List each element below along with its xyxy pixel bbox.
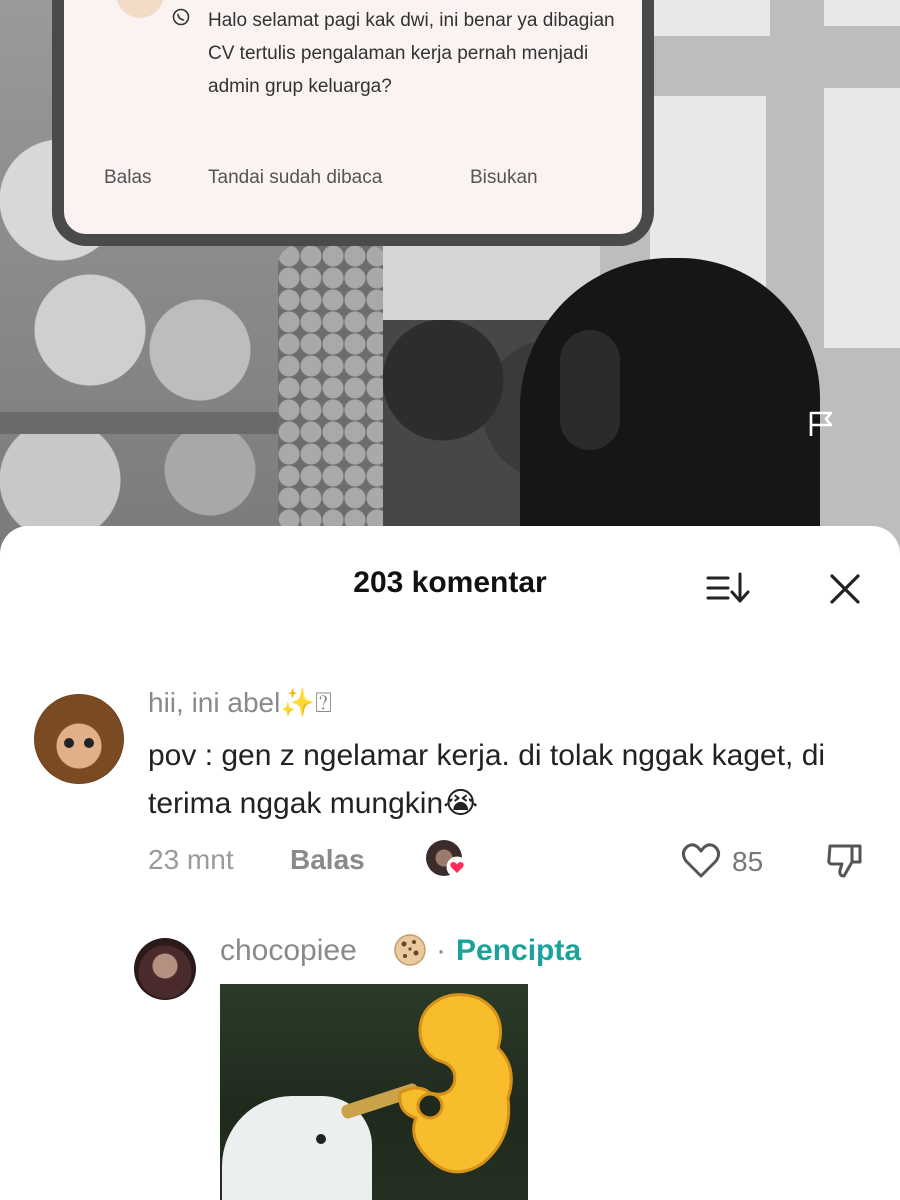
cookie-icon: [394, 934, 426, 966]
creator-badge: Pencipta: [456, 934, 582, 967]
like-heart-icon[interactable]: [680, 840, 722, 880]
reply-sticker-image[interactable]: [220, 984, 528, 1200]
like-count: 85: [732, 846, 764, 877]
close-icon[interactable]: [824, 568, 866, 610]
notification-message: Halo selamat pagi kak dwi, ini benar ya …: [208, 10, 615, 97]
person-face: [560, 330, 620, 450]
ball-rack: [278, 245, 388, 535]
separator-dot: ·: [436, 934, 446, 967]
report-flag-icon[interactable]: [806, 408, 836, 438]
sort-icon[interactable]: [706, 570, 752, 606]
commenter-avatar[interactable]: [34, 694, 124, 784]
shelf-board: [0, 412, 310, 434]
heart-badge-icon: [446, 856, 468, 878]
mark-read-action[interactable]: Tandai sudah dibaca: [208, 167, 382, 189]
ok-hand-emoji: [398, 993, 513, 1174]
whatsapp-icon: [172, 8, 190, 26]
comment-text: pov : gen z ngelamar kerja. di tolak ngg…: [148, 739, 826, 820]
reply-button[interactable]: Balas: [290, 844, 365, 876]
notification-actions: Balas Tandai sudah dibaca Bisukan: [104, 167, 644, 197]
sender-avatar: [116, 0, 164, 18]
reply-action[interactable]: Balas: [104, 167, 152, 189]
comment-time: 23 mnt: [148, 844, 234, 875]
commenter-username[interactable]: hii, ini abel✨⍰: [148, 686, 332, 720]
comments-sheet: 203 komentar hii, ini abel✨⍰ pov : gen z…: [0, 526, 900, 1200]
creator-username[interactable]: chocopiee: [220, 934, 357, 968]
video-background: Halo selamat pagi kak dwi, ini benar ya …: [0, 0, 900, 560]
dislike-icon[interactable]: [824, 840, 866, 880]
message-notification[interactable]: Halo selamat pagi kak dwi, ini benar ya …: [52, 0, 654, 246]
mute-action[interactable]: Bisukan: [470, 167, 538, 189]
comments-count-title: 203 komentar: [353, 566, 547, 599]
comment-meta: 23 mnt Balas 85: [148, 840, 878, 880]
creator-avatar[interactable]: [134, 938, 196, 1000]
